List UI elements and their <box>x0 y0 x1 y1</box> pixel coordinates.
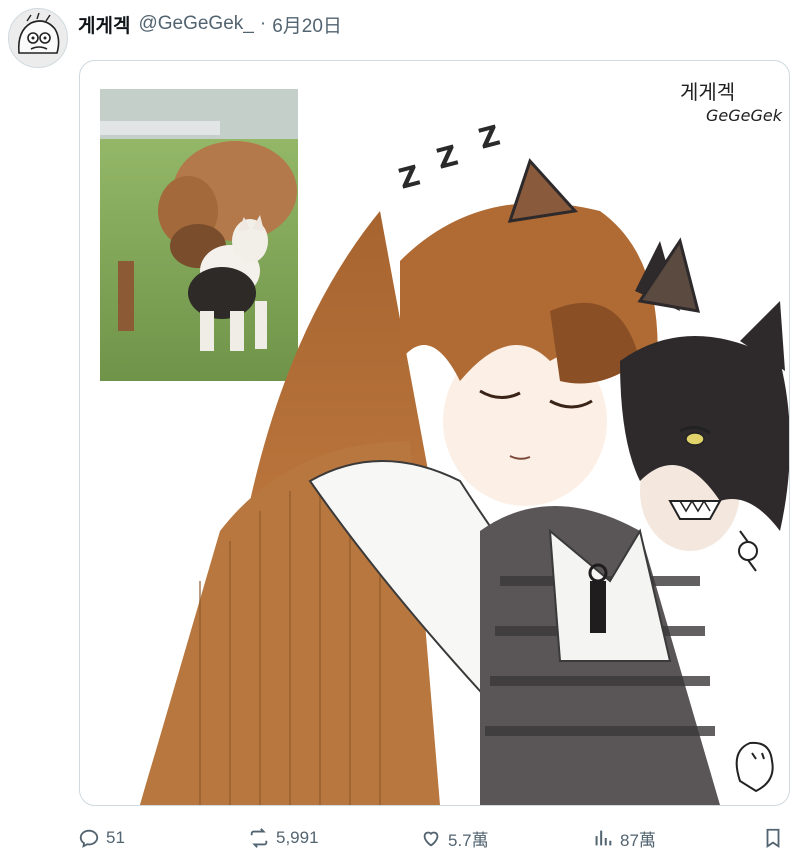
artist-signature: 게게겍 GeGeGek <box>680 80 783 125</box>
reply-button[interactable]: 51 <box>78 818 125 858</box>
like-count: 5.7萬 <box>448 830 489 850</box>
tweet-media-image[interactable]: 게게겍 GeGeGek Z Z Z <box>79 60 790 806</box>
separator-dot: · <box>259 13 267 34</box>
svg-text:GeGeGek: GeGeGek <box>706 106 783 125</box>
bookmark-icon <box>766 828 780 848</box>
like-button[interactable]: 5.7萬 <box>420 818 489 858</box>
illustration: 게게겍 GeGeGek Z Z Z <box>100 80 789 805</box>
corner-doodle <box>735 741 774 793</box>
capybara-cat-photo <box>100 89 298 381</box>
retweet-icon <box>250 828 268 848</box>
author-avatar[interactable] <box>8 8 68 68</box>
retweet-button[interactable]: 5,991 <box>248 818 319 858</box>
svg-text:게게겍: 게게겍 <box>680 80 735 104</box>
bookmark-button[interactable] <box>762 818 790 858</box>
svg-text:Z: Z <box>395 159 423 196</box>
views-count: 87萬 <box>620 830 656 850</box>
analytics-bar-icon <box>595 830 612 846</box>
retweet-count: 5,991 <box>276 828 319 847</box>
reply-icon <box>79 829 99 848</box>
sleep-z-text: Z Z Z <box>395 119 503 196</box>
reply-count: 51 <box>106 828 125 847</box>
heart-icon <box>423 831 439 847</box>
tweet-action-bar: 51 5,991 5.7萬 87萬 <box>0 818 799 858</box>
author-display-name[interactable]: 게게겍 <box>78 11 130 38</box>
svg-text:Z: Z <box>475 119 503 156</box>
author-handle[interactable]: @GeGeGek_ <box>138 13 253 35</box>
svg-text:Z: Z <box>433 139 461 176</box>
views-button[interactable]: 87萬 <box>592 818 656 858</box>
tweet-header: 게게겍 @GeGeGek_ · 6月20日 <box>78 9 342 39</box>
tweet-date[interactable]: 6月20日 <box>272 11 342 38</box>
avatar-drawing-icon <box>9 9 67 67</box>
